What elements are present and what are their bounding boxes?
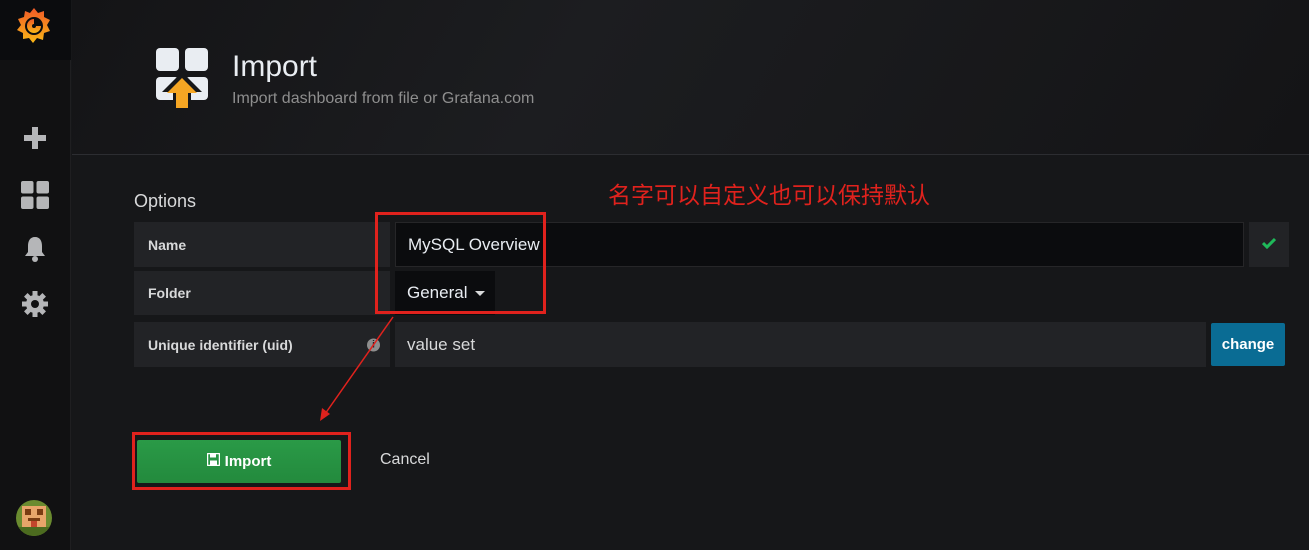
uid-label-text: Unique identifier (uid): [148, 336, 293, 353]
grafana-logo-icon[interactable]: [0, 0, 71, 60]
folder-select-value: General: [407, 283, 468, 302]
check-icon: [1261, 236, 1277, 254]
import-button[interactable]: Import: [137, 440, 341, 483]
change-uid-button[interactable]: change: [1211, 323, 1285, 366]
uid-value-field: value set: [395, 322, 1206, 367]
info-icon[interactable]: i: [367, 338, 380, 351]
folder-select[interactable]: General: [395, 271, 495, 315]
save-icon: [206, 452, 220, 470]
bell-icon[interactable]: [19, 233, 51, 265]
folder-label: Folder: [134, 271, 390, 315]
options-heading: Options: [134, 191, 197, 211]
page-header: Import Import dashboard from file or Gra…: [72, 0, 1309, 155]
uid-label: Unique identifier (uid) i: [134, 322, 390, 367]
dashboard-import-icon: [154, 46, 210, 112]
plus-icon[interactable]: [19, 122, 51, 154]
gear-icon[interactable]: [19, 288, 51, 320]
dashboards-icon[interactable]: [19, 179, 51, 211]
page-title: Import: [232, 50, 318, 83]
avatar[interactable]: [16, 500, 52, 536]
grafana-import-page: Import Import dashboard from file or Gra…: [0, 0, 1309, 550]
page-subtitle: Import dashboard from file or Grafana.co…: [232, 90, 535, 107]
sidebar: [0, 0, 71, 550]
annotation-text: 名字可以自定义也可以保持默认: [608, 182, 930, 208]
import-button-label: Import: [224, 453, 272, 470]
name-label: Name: [134, 222, 390, 267]
name-valid-indicator: [1249, 222, 1289, 267]
cancel-link[interactable]: Cancel: [380, 451, 430, 469]
caret-down-icon: [475, 290, 486, 296]
name-input[interactable]: [395, 222, 1244, 267]
